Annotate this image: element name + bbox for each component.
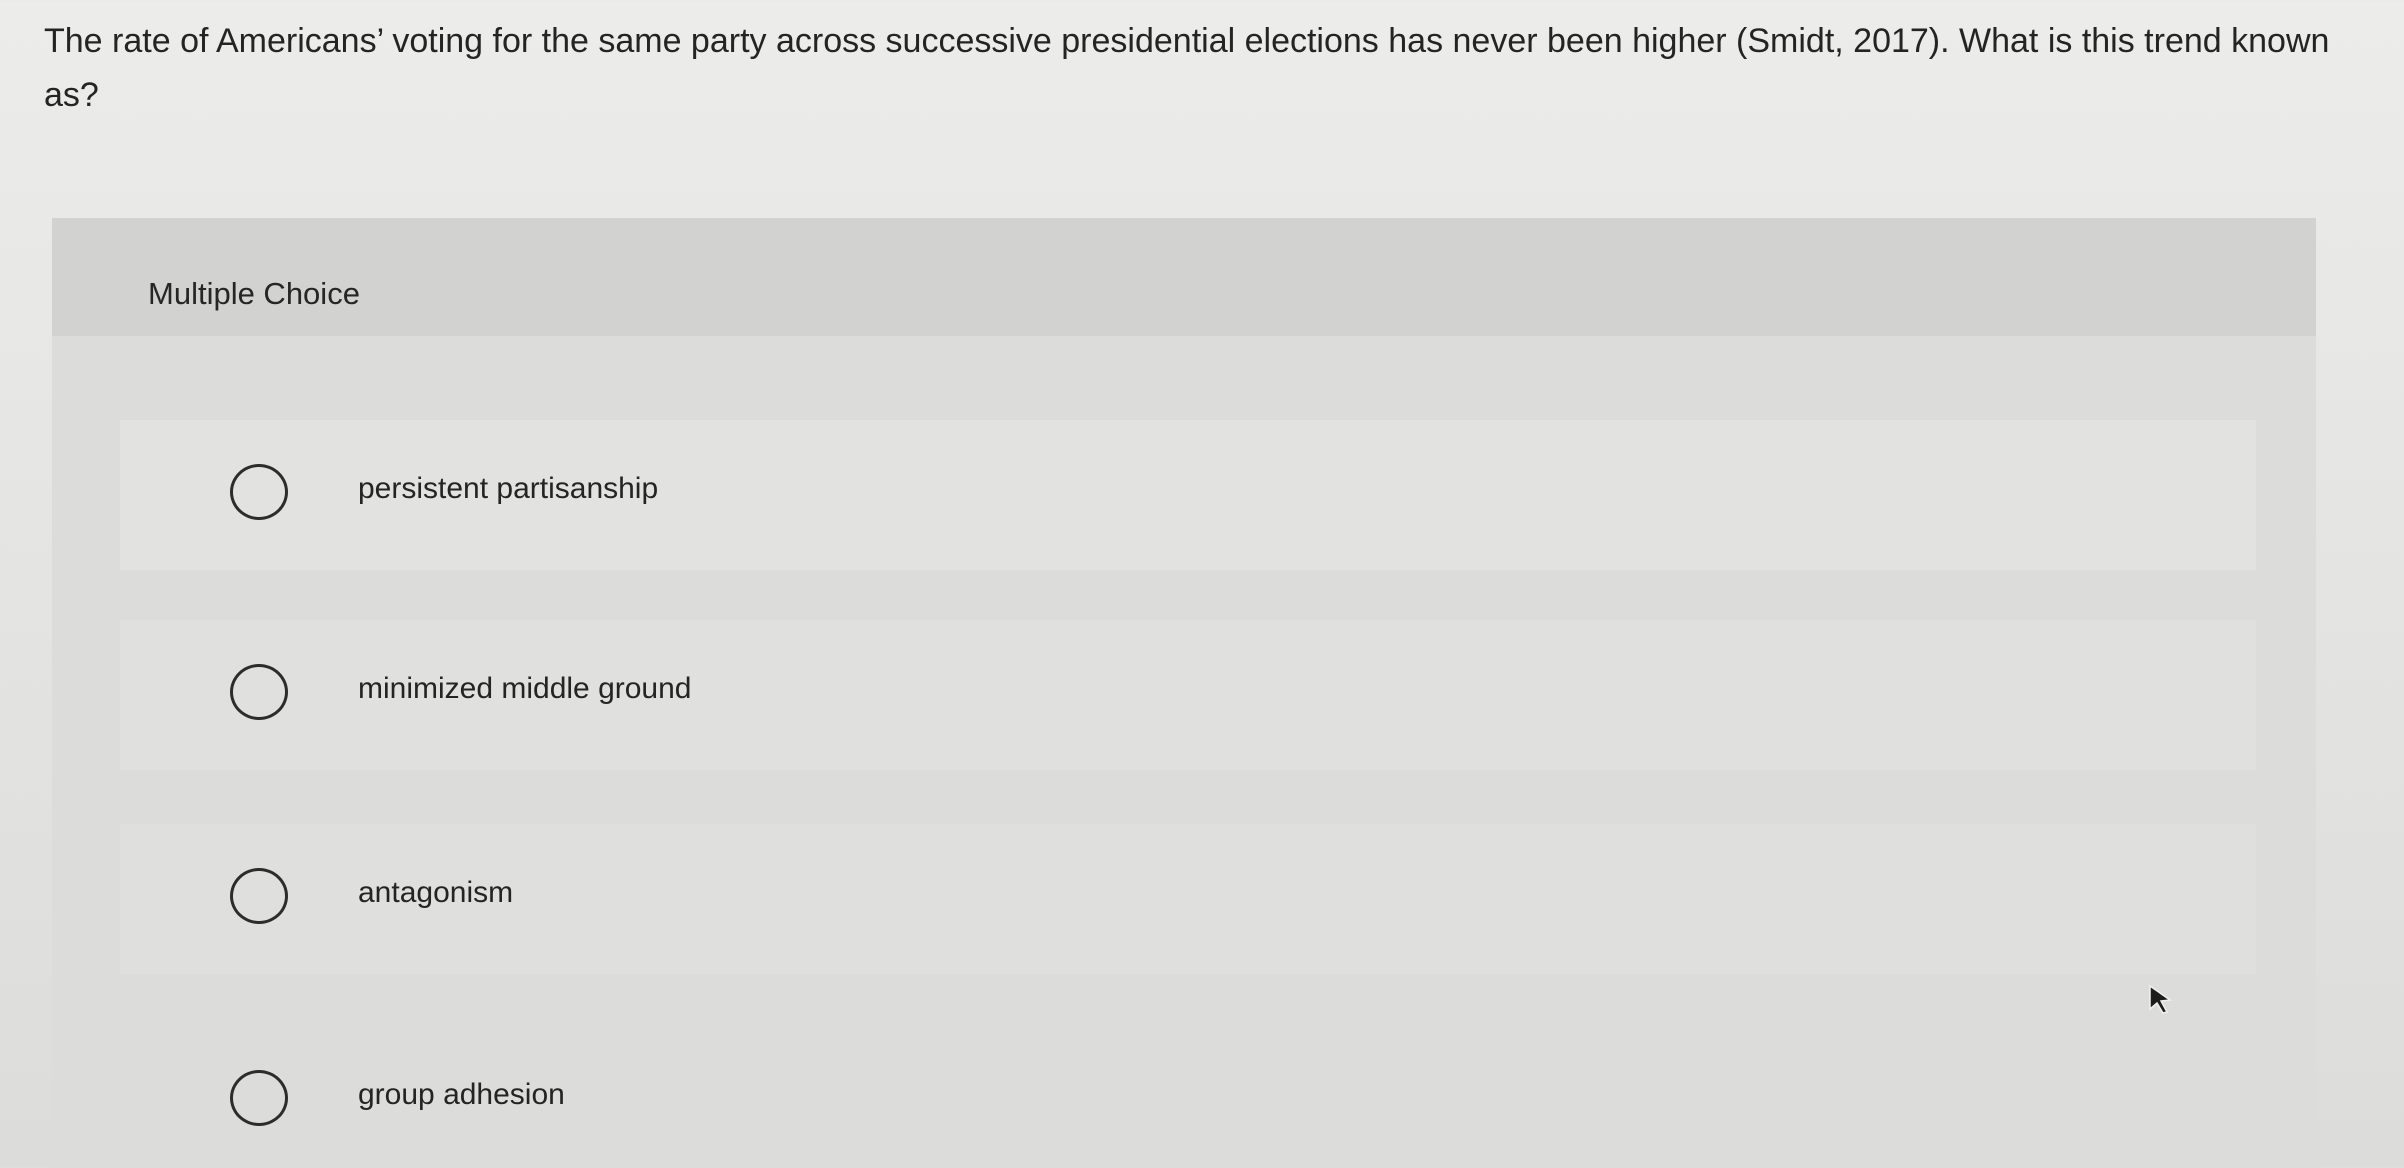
option-minimized-middle-ground[interactable]: minimized middle ground bbox=[120, 620, 2256, 770]
option-label: minimized middle ground bbox=[358, 672, 692, 705]
mouse-pointer-icon bbox=[2149, 984, 2173, 1014]
question-text: The rate of Americans’ voting for the sa… bbox=[44, 22, 2330, 114]
radio-circle-icon[interactable] bbox=[230, 464, 288, 520]
option-label: group adhesion bbox=[358, 1078, 565, 1111]
options-list: persistent partisanship minimized middle… bbox=[52, 336, 2316, 1168]
radio-circle-icon[interactable] bbox=[230, 1070, 288, 1126]
radio-circle-icon[interactable] bbox=[230, 664, 288, 720]
option-label: persistent partisanship bbox=[358, 472, 659, 505]
option-antagonism[interactable]: antagonism bbox=[120, 824, 2256, 974]
card-title: Multiple Choice bbox=[148, 276, 360, 311]
card-header: Multiple Choice bbox=[52, 218, 2316, 336]
option-label: antagonism bbox=[358, 876, 514, 909]
radio-circle-icon[interactable] bbox=[230, 868, 288, 924]
option-group-adhesion[interactable]: group adhesion bbox=[120, 1026, 2256, 1168]
multiple-choice-card: Multiple Choice persistent partisanship … bbox=[52, 218, 2316, 1168]
option-persistent-partisanship[interactable]: persistent partisanship bbox=[120, 420, 2256, 570]
